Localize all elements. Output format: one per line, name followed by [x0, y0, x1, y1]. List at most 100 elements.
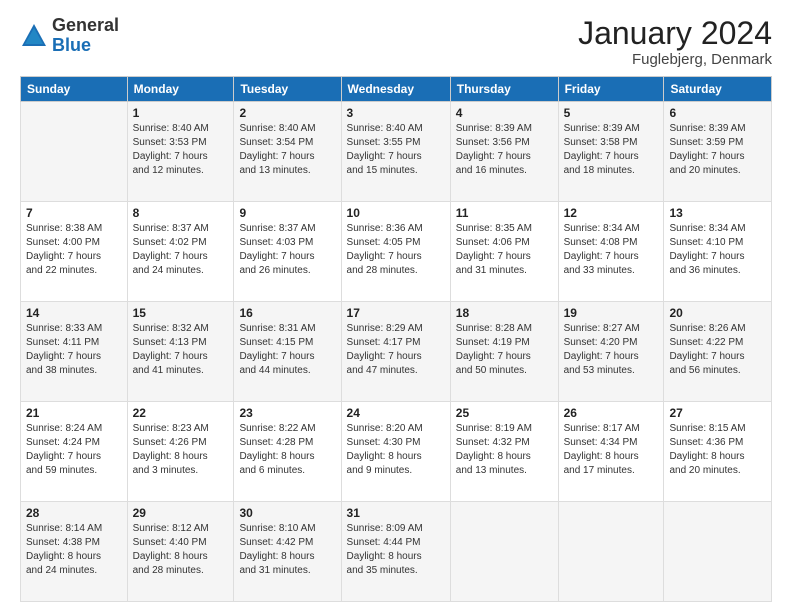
day-number: 25: [456, 406, 553, 420]
day-info: Sunrise: 8:32 AM Sunset: 4:13 PM Dayligh…: [133, 322, 229, 378]
day-info: Sunrise: 8:33 AM Sunset: 4:11 PM Dayligh…: [26, 322, 122, 378]
day-info: Sunrise: 8:15 AM Sunset: 4:36 PM Dayligh…: [669, 422, 766, 478]
day-number: 31: [347, 506, 445, 520]
calendar-cell: 23 Sunrise: 8:22 AM Sunset: 4:28 PM Dayli…: [234, 402, 341, 502]
header-sunday: Sunday: [21, 77, 128, 102]
calendar-header-row: SundayMondayTuesdayWednesdayThursdayFrid…: [21, 77, 772, 102]
day-info: Sunrise: 8:37 AM Sunset: 4:03 PM Dayligh…: [239, 222, 335, 278]
day-info: Sunrise: 8:38 AM Sunset: 4:00 PM Dayligh…: [26, 222, 122, 278]
day-number: 6: [669, 106, 766, 120]
day-number: 12: [564, 206, 659, 220]
day-number: 5: [564, 106, 659, 120]
day-info: Sunrise: 8:12 AM Sunset: 4:40 PM Dayligh…: [133, 522, 229, 578]
day-info: Sunrise: 8:22 AM Sunset: 4:28 PM Dayligh…: [239, 422, 335, 478]
day-number: 27: [669, 406, 766, 420]
day-info: Sunrise: 8:28 AM Sunset: 4:19 PM Dayligh…: [456, 322, 553, 378]
title-block: January 2024 Fuglebjerg, Denmark: [578, 16, 772, 68]
calendar-cell: 14 Sunrise: 8:33 AM Sunset: 4:11 PM Dayli…: [21, 302, 128, 402]
logo-text: General Blue: [52, 16, 119, 56]
calendar-week-1: 1 Sunrise: 8:40 AM Sunset: 3:53 PM Daylig…: [21, 102, 772, 202]
day-number: 2: [239, 106, 335, 120]
day-number: 21: [26, 406, 122, 420]
calendar-cell: 25 Sunrise: 8:19 AM Sunset: 4:32 PM Dayli…: [450, 402, 558, 502]
day-number: 26: [564, 406, 659, 420]
day-number: 10: [347, 206, 445, 220]
day-number: 19: [564, 306, 659, 320]
calendar-cell: 5 Sunrise: 8:39 AM Sunset: 3:58 PM Daylig…: [558, 102, 664, 202]
logo-general: General: [52, 16, 119, 36]
calendar-cell: 12 Sunrise: 8:34 AM Sunset: 4:08 PM Dayli…: [558, 202, 664, 302]
calendar-week-4: 21 Sunrise: 8:24 AM Sunset: 4:24 PM Dayli…: [21, 402, 772, 502]
day-number: 22: [133, 406, 229, 420]
day-info: Sunrise: 8:36 AM Sunset: 4:05 PM Dayligh…: [347, 222, 445, 278]
day-number: 30: [239, 506, 335, 520]
calendar-cell: [664, 502, 772, 602]
day-info: Sunrise: 8:39 AM Sunset: 3:56 PM Dayligh…: [456, 122, 553, 178]
calendar-week-3: 14 Sunrise: 8:33 AM Sunset: 4:11 PM Dayli…: [21, 302, 772, 402]
day-info: Sunrise: 8:34 AM Sunset: 4:08 PM Dayligh…: [564, 222, 659, 278]
calendar-week-5: 28 Sunrise: 8:14 AM Sunset: 4:38 PM Dayli…: [21, 502, 772, 602]
header-thursday: Thursday: [450, 77, 558, 102]
calendar-cell: 13 Sunrise: 8:34 AM Sunset: 4:10 PM Dayli…: [664, 202, 772, 302]
calendar-cell: 29 Sunrise: 8:12 AM Sunset: 4:40 PM Dayli…: [127, 502, 234, 602]
day-info: Sunrise: 8:40 AM Sunset: 3:54 PM Dayligh…: [239, 122, 335, 178]
logo-icon: [20, 22, 48, 50]
day-info: Sunrise: 8:40 AM Sunset: 3:53 PM Dayligh…: [133, 122, 229, 178]
day-number: 8: [133, 206, 229, 220]
calendar-cell: 17 Sunrise: 8:29 AM Sunset: 4:17 PM Dayli…: [341, 302, 450, 402]
calendar-cell: [558, 502, 664, 602]
day-info: Sunrise: 8:31 AM Sunset: 4:15 PM Dayligh…: [239, 322, 335, 378]
day-number: 29: [133, 506, 229, 520]
header: General Blue January 2024 Fuglebjerg, De…: [20, 16, 772, 68]
calendar-cell: 27 Sunrise: 8:15 AM Sunset: 4:36 PM Dayli…: [664, 402, 772, 502]
header-saturday: Saturday: [664, 77, 772, 102]
day-number: 23: [239, 406, 335, 420]
day-number: 24: [347, 406, 445, 420]
calendar-cell: [21, 102, 128, 202]
day-info: Sunrise: 8:26 AM Sunset: 4:22 PM Dayligh…: [669, 322, 766, 378]
day-number: 7: [26, 206, 122, 220]
day-info: Sunrise: 8:24 AM Sunset: 4:24 PM Dayligh…: [26, 422, 122, 478]
day-number: 1: [133, 106, 229, 120]
day-info: Sunrise: 8:20 AM Sunset: 4:30 PM Dayligh…: [347, 422, 445, 478]
calendar-cell: 31Sunrise: 8:09 AM Sunset: 4:44 PM Dayli…: [341, 502, 450, 602]
calendar-cell: 19 Sunrise: 8:27 AM Sunset: 4:20 PM Dayli…: [558, 302, 664, 402]
calendar-cell: 21 Sunrise: 8:24 AM Sunset: 4:24 PM Dayli…: [21, 402, 128, 502]
calendar-cell: 6 Sunrise: 8:39 AM Sunset: 3:59 PM Daylig…: [664, 102, 772, 202]
day-info: Sunrise: 8:34 AM Sunset: 4:10 PM Dayligh…: [669, 222, 766, 278]
day-info: Sunrise: 8:40 AM Sunset: 3:55 PM Dayligh…: [347, 122, 445, 178]
calendar-cell: 8 Sunrise: 8:37 AM Sunset: 4:02 PM Daylig…: [127, 202, 234, 302]
calendar-cell: 26 Sunrise: 8:17 AM Sunset: 4:34 PM Dayli…: [558, 402, 664, 502]
calendar-cell: [450, 502, 558, 602]
day-number: 3: [347, 106, 445, 120]
day-info: Sunrise: 8:39 AM Sunset: 3:59 PM Dayligh…: [669, 122, 766, 178]
day-info: Sunrise: 8:23 AM Sunset: 4:26 PM Dayligh…: [133, 422, 229, 478]
day-info: Sunrise: 8:29 AM Sunset: 4:17 PM Dayligh…: [347, 322, 445, 378]
calendar-cell: 20 Sunrise: 8:26 AM Sunset: 4:22 PM Dayli…: [664, 302, 772, 402]
calendar-cell: 24 Sunrise: 8:20 AM Sunset: 4:30 PM Dayli…: [341, 402, 450, 502]
day-number: 20: [669, 306, 766, 320]
calendar-cell: 16Sunrise: 8:31 AM Sunset: 4:15 PM Dayli…: [234, 302, 341, 402]
logo-blue: Blue: [52, 36, 119, 56]
day-info: Sunrise: 8:17 AM Sunset: 4:34 PM Dayligh…: [564, 422, 659, 478]
header-wednesday: Wednesday: [341, 77, 450, 102]
day-number: 17: [347, 306, 445, 320]
calendar-cell: 2 Sunrise: 8:40 AM Sunset: 3:54 PM Daylig…: [234, 102, 341, 202]
calendar: SundayMondayTuesdayWednesdayThursdayFrid…: [20, 76, 772, 602]
day-number: 13: [669, 206, 766, 220]
logo: General Blue: [20, 16, 119, 56]
calendar-cell: 18Sunrise: 8:28 AM Sunset: 4:19 PM Dayli…: [450, 302, 558, 402]
day-number: 28: [26, 506, 122, 520]
day-info: Sunrise: 8:14 AM Sunset: 4:38 PM Dayligh…: [26, 522, 122, 578]
day-number: 14: [26, 306, 122, 320]
day-number: 4: [456, 106, 553, 120]
location: Fuglebjerg, Denmark: [578, 51, 772, 68]
day-info: Sunrise: 8:39 AM Sunset: 3:58 PM Dayligh…: [564, 122, 659, 178]
day-info: Sunrise: 8:27 AM Sunset: 4:20 PM Dayligh…: [564, 322, 659, 378]
day-number: 9: [239, 206, 335, 220]
calendar-cell: 11Sunrise: 8:35 AM Sunset: 4:06 PM Dayli…: [450, 202, 558, 302]
calendar-cell: 9 Sunrise: 8:37 AM Sunset: 4:03 PM Daylig…: [234, 202, 341, 302]
day-info: Sunrise: 8:35 AM Sunset: 4:06 PM Dayligh…: [456, 222, 553, 278]
day-info: Sunrise: 8:37 AM Sunset: 4:02 PM Dayligh…: [133, 222, 229, 278]
day-info: Sunrise: 8:19 AM Sunset: 4:32 PM Dayligh…: [456, 422, 553, 478]
